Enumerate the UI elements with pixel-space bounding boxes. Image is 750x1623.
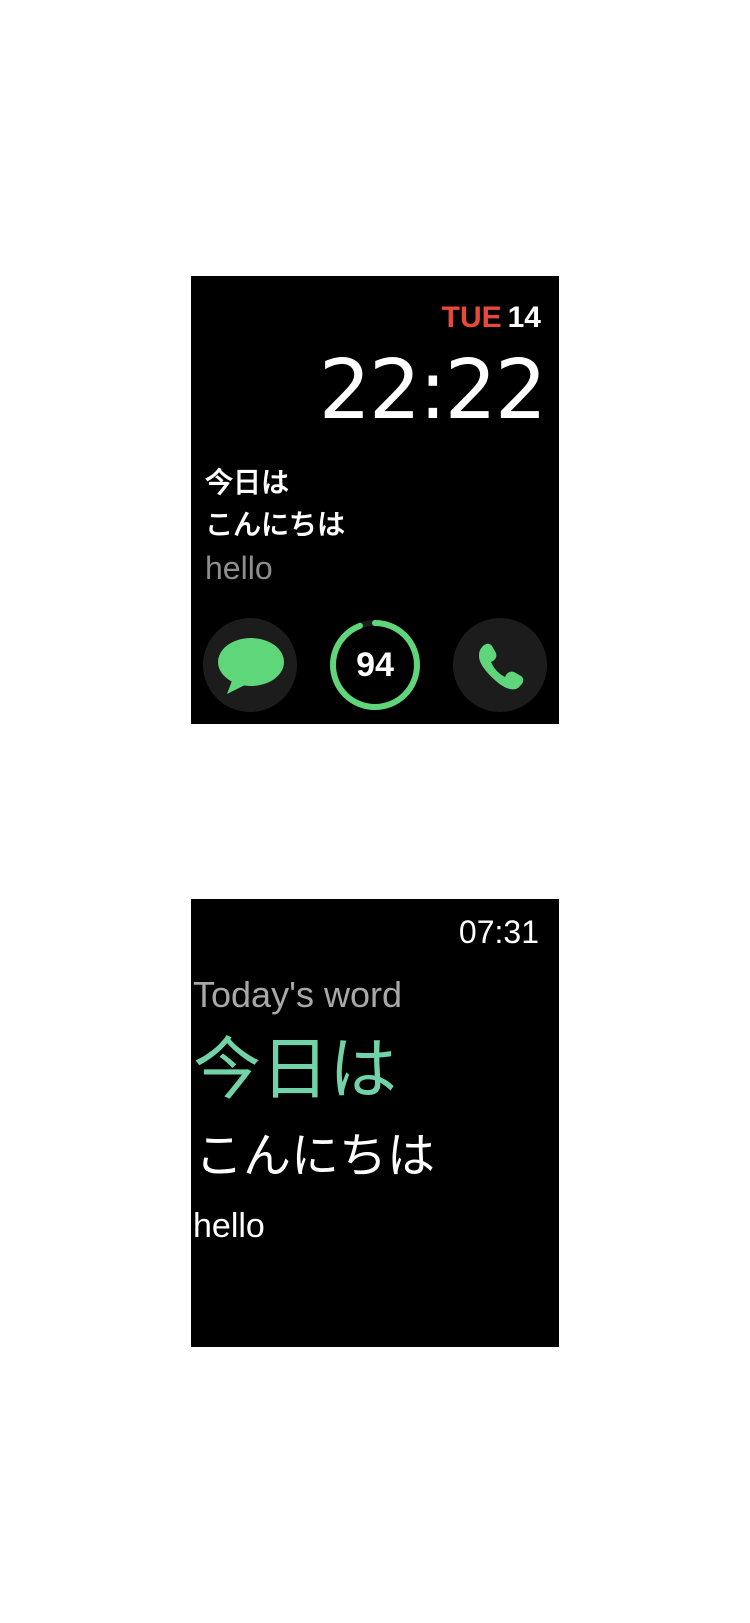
word-kanji: 今日は: [205, 466, 290, 499]
phone-icon: [479, 643, 524, 690]
app-clock-time: 07:31: [458, 914, 539, 950]
word-meaning: hello: [205, 550, 273, 586]
weekday-label: TUE: [441, 301, 502, 334]
progress-ring-complication[interactable]: 94: [328, 618, 422, 712]
messages-complication[interactable]: [203, 618, 297, 712]
date-display: TUE 14: [442, 300, 541, 336]
word-kana-large: こんにちは: [195, 1128, 436, 1184]
speech-bubble-icon: [218, 638, 284, 694]
todays-word-label: Today's word: [193, 974, 402, 1015]
day-number: 14: [507, 301, 541, 334]
word-kanji-large: 今日は: [193, 1031, 398, 1110]
phone-complication[interactable]: [453, 618, 547, 712]
watch-face-screen: TUE 14 22:22 今日は こんにちは hello 94: [191, 276, 559, 724]
word-app-screen: 07:31 Today's word 今日は こんにちは hello: [191, 899, 559, 1347]
word-kana: こんにちは: [205, 508, 346, 541]
clock-time: 22:22: [318, 343, 547, 438]
word-complication[interactable]: 今日は こんにちは hello: [205, 462, 345, 590]
word-meaning-large: hello: [193, 1207, 265, 1245]
progress-value: 94: [356, 646, 394, 684]
